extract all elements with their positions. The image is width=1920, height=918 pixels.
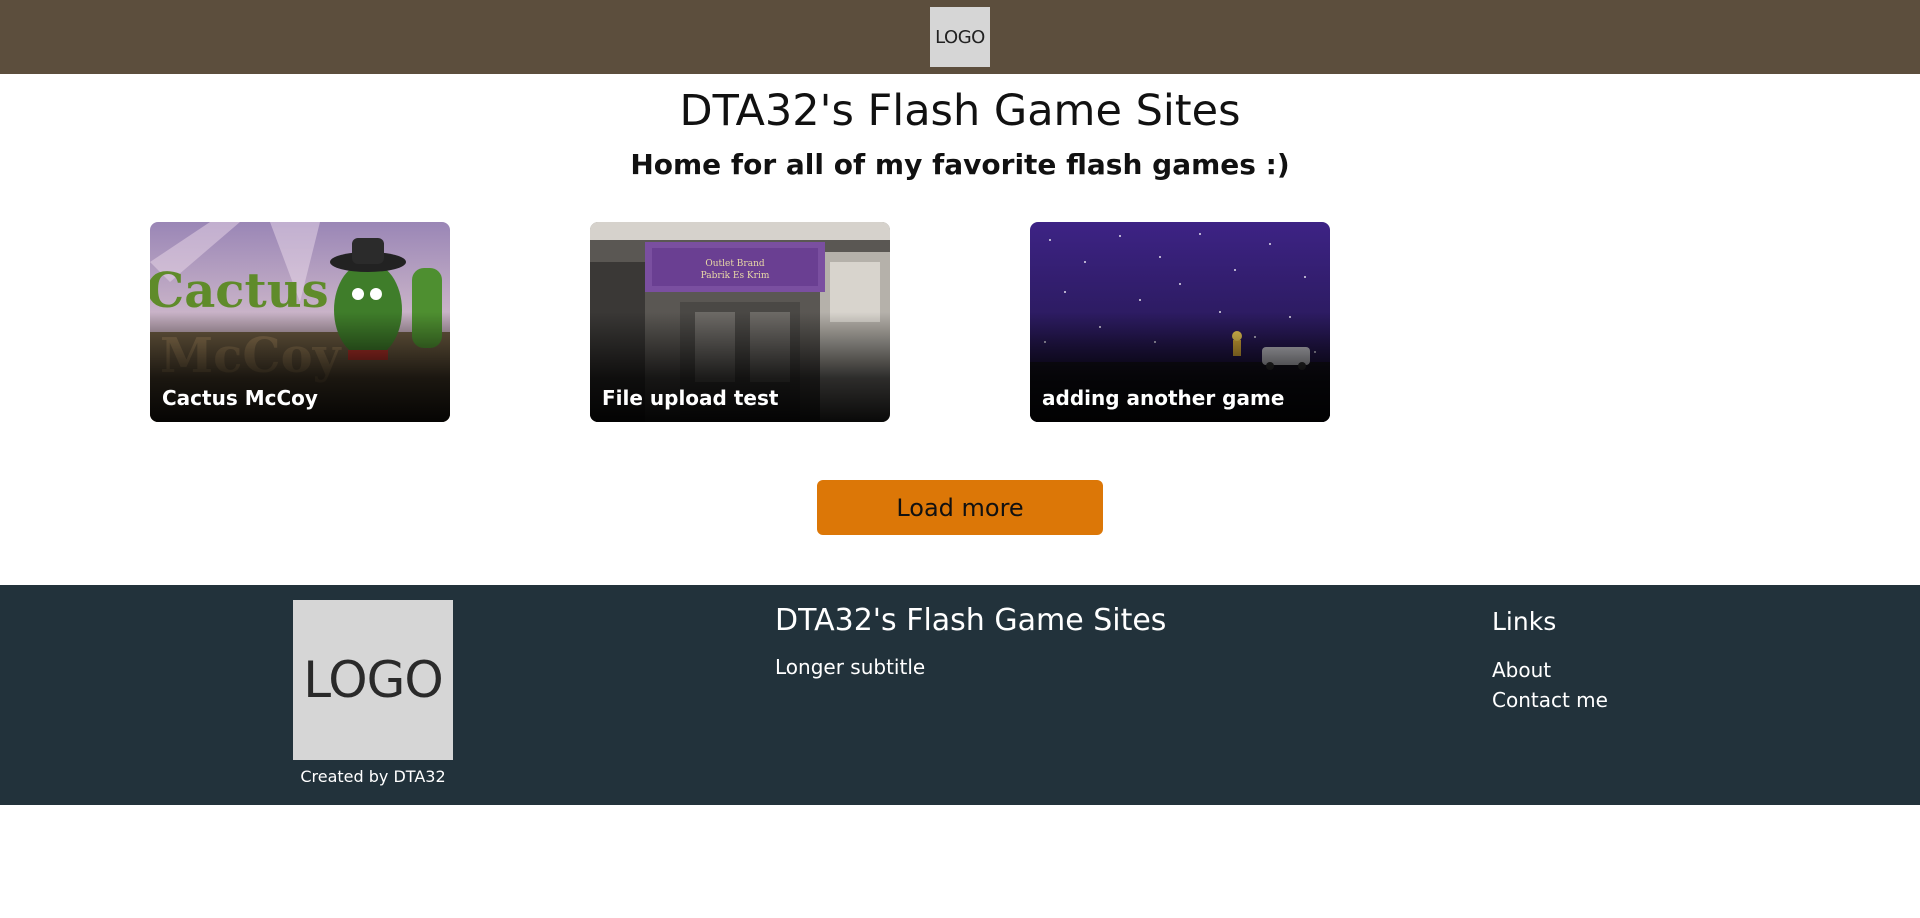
game-card-title: File upload test	[602, 386, 779, 410]
game-card-adding-another-game[interactable]: adding another game	[1030, 222, 1330, 422]
svg-text:Pabrik Es Krim: Pabrik Es Krim	[701, 271, 770, 281]
game-card-cactus-mccoy[interactable]: Cactus McCoy Cactus McCoy	[150, 222, 450, 422]
footer-link-contact[interactable]: Contact me	[1492, 688, 1608, 712]
footer-subtitle: Longer subtitle	[775, 655, 926, 679]
header-logo-text: LOGO	[935, 26, 985, 48]
game-card-title: Cactus McCoy	[162, 386, 318, 410]
page-subtitle: Home for all of my favorite flash games …	[630, 148, 1290, 181]
top-header-bar: LOGO	[0, 0, 1920, 74]
page-title: DTA32's Flash Game Sites	[679, 86, 1241, 136]
load-more-button[interactable]: Load more	[817, 480, 1103, 535]
footer-logo-text: LOGO	[303, 651, 444, 709]
footer-link-about[interactable]: About	[1492, 658, 1551, 682]
header-logo[interactable]: LOGO	[930, 7, 990, 67]
game-card-title: adding another game	[1042, 386, 1285, 410]
svg-text:Cactus: Cactus	[150, 263, 329, 319]
svg-text:Outlet Brand: Outlet Brand	[705, 259, 765, 269]
footer-logo[interactable]: LOGO	[293, 600, 453, 760]
footer-title: DTA32's Flash Game Sites	[775, 603, 1167, 638]
site-footer: LOGO Created by DTA32 DTA32's Flash Game…	[0, 585, 1920, 805]
game-card-file-upload-test[interactable]: Outlet Brand Pabrik Es Krim File upload …	[590, 222, 890, 422]
footer-credit: Created by DTA32	[300, 767, 446, 786]
footer-links-heading: Links	[1492, 607, 1557, 636]
